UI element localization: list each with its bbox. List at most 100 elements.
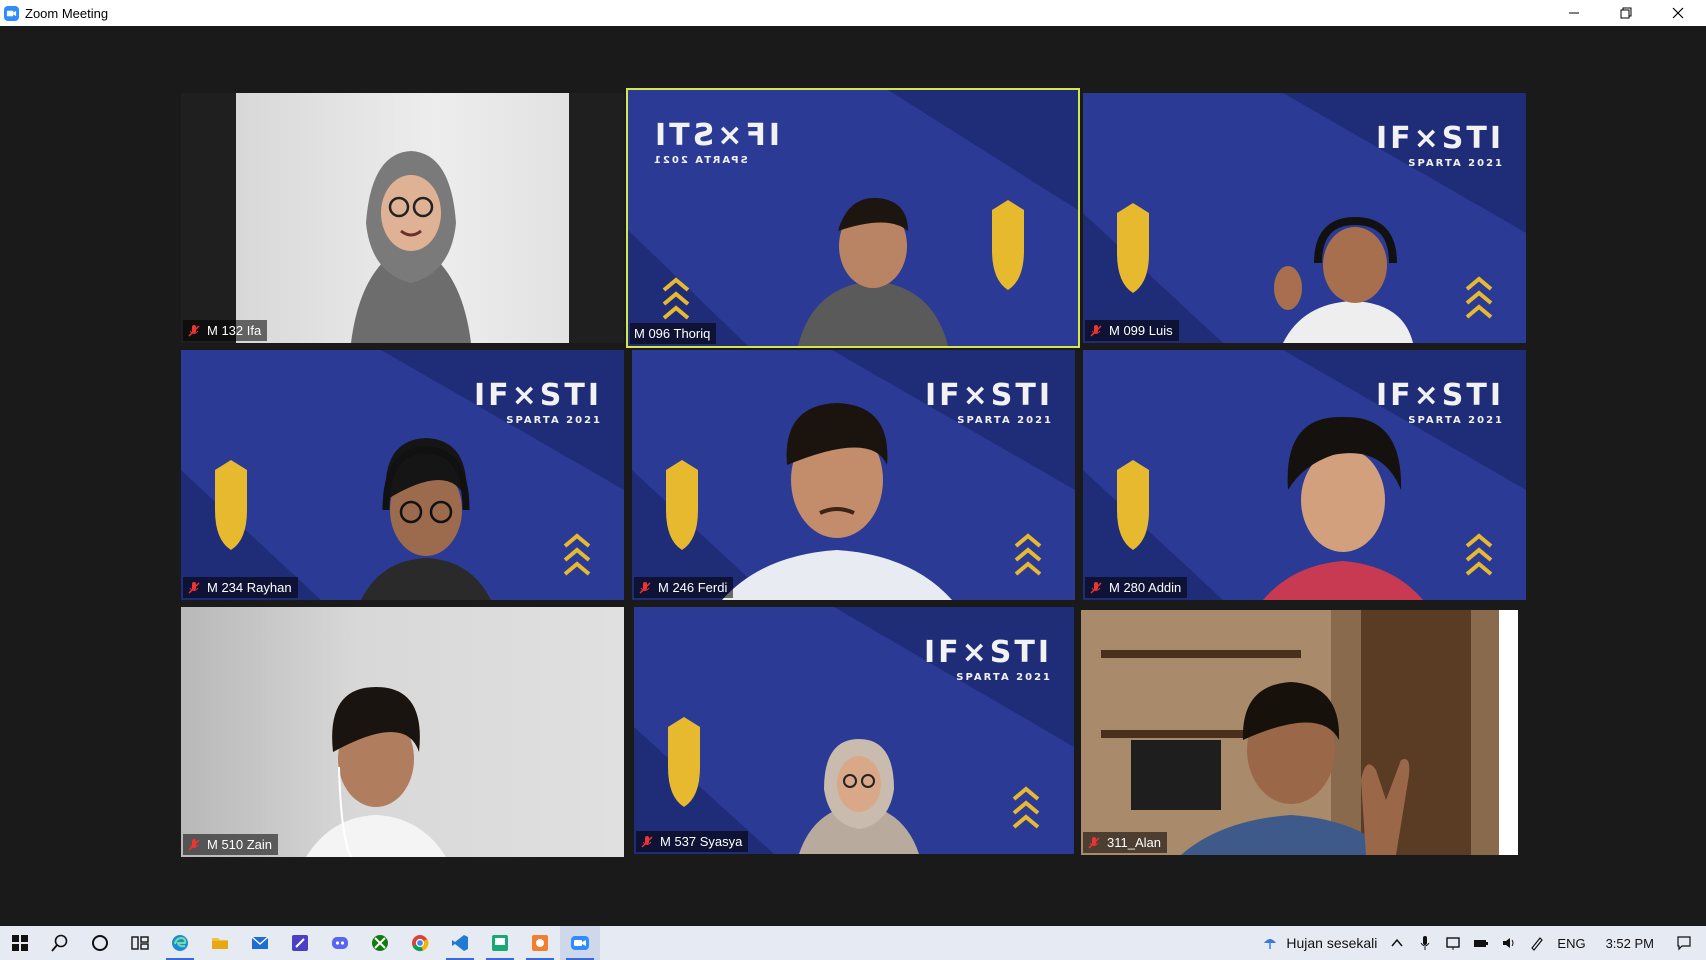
video-tile[interactable]: IF×STI SPARTA 2021 M 280 Addin: [1083, 350, 1526, 600]
muted-mic-icon: [188, 581, 200, 594]
participant-name-tag: 311_Alan: [1083, 832, 1167, 853]
participant-video: [798, 197, 948, 346]
action-center-button[interactable]: [1668, 926, 1706, 960]
minimize-button[interactable]: [1548, 0, 1600, 26]
participant-name: M 537 Syasya: [660, 834, 743, 849]
participant-name: M 132 Ifa: [207, 323, 262, 338]
muted-mic-icon: [1090, 324, 1102, 337]
participant-name-tag: M 510 Zain: [183, 834, 279, 855]
taskbar-zoom[interactable]: [560, 926, 600, 960]
weather-widget[interactable]: Hujan sesekali: [1256, 926, 1383, 960]
taskbar-green-app[interactable]: [480, 926, 520, 960]
participant-video: [799, 739, 919, 854]
zoom-app-icon: [4, 5, 19, 21]
taskbar-orange-app[interactable]: [520, 926, 560, 960]
chrome-icon: [412, 935, 429, 952]
tray-volume[interactable]: [1495, 926, 1523, 960]
cortana-button[interactable]: [80, 926, 120, 960]
participant-name: M 280 Addin: [1109, 580, 1182, 595]
task-view-button[interactable]: [120, 926, 160, 960]
tray-battery[interactable]: [1467, 926, 1495, 960]
participant-name: M 234 Rayhan: [207, 580, 292, 595]
speaker-icon: [1503, 938, 1514, 948]
task-view-icon: [131, 936, 149, 950]
event-banner: IF×STI SPARTA 2021: [652, 118, 780, 166]
edge-icon: [172, 935, 188, 951]
muted-mic-icon: [188, 324, 200, 337]
banner-event: SPARTA 2021: [956, 672, 1052, 683]
video-tile[interactable]: IF×STI SPARTA 2021 M 099 Luis: [1083, 93, 1526, 343]
taskbar-mail[interactable]: [240, 926, 280, 960]
participant-video: [1274, 216, 1413, 343]
system-tray: Hujan sesekali ENG 3:52 PM: [1256, 926, 1706, 960]
video-tile[interactable]: IF×STI SPARTA 2021 M 234 Rayhan: [181, 350, 624, 600]
participant-name: M 096 Thoriq: [634, 326, 711, 341]
banner-brand: IF×STI: [923, 635, 1052, 670]
muted-mic-icon: [1088, 836, 1100, 849]
muted-mic-icon: [1090, 581, 1102, 594]
restore-button[interactable]: [1600, 0, 1652, 26]
taskbar-xbox[interactable]: [360, 926, 400, 960]
video-tile[interactable]: IF×STI SPARTA 2021 M 537 Syasya: [634, 607, 1074, 854]
zoom-icon: [571, 936, 589, 950]
rain-umbrella-icon: [1264, 939, 1277, 949]
banner-event: SPARTA 2021: [652, 155, 748, 166]
participant-name-tag: M 280 Addin: [1085, 577, 1188, 598]
language-indicator[interactable]: ENG: [1551, 926, 1591, 960]
participant-name-tag: M 537 Syasya: [636, 831, 749, 852]
taskbar-notes[interactable]: [280, 926, 320, 960]
taskbar-file-explorer[interactable]: [200, 926, 240, 960]
banner-event: SPARTA 2021: [1408, 158, 1504, 169]
video-tile[interactable]: IF×STI SPARTA 2021 M 246 Ferdi: [632, 350, 1075, 600]
muted-mic-icon: [641, 835, 653, 848]
notification-icon: [1677, 936, 1691, 951]
participant-name-tag: M 234 Rayhan: [183, 577, 298, 598]
windows-logo-icon: [12, 935, 28, 951]
close-icon: [1672, 7, 1684, 19]
participant-video: [306, 687, 446, 857]
start-button[interactable]: [0, 926, 40, 960]
gallery-view: M 132 Ifa IF×STI SPARTA 2021 M 096 Thori…: [0, 26, 1706, 926]
participant-name: M 246 Ferdi: [658, 580, 728, 595]
banner-brand: IF×STI: [473, 378, 602, 413]
tray-microphone[interactable]: [1411, 926, 1439, 960]
pen-icon: [1531, 937, 1544, 951]
taskbar-vscode[interactable]: [440, 926, 480, 960]
participant-name: M 099 Luis: [1109, 323, 1173, 338]
show-hidden-icons-button[interactable]: [1383, 926, 1411, 960]
event-banner: IF×STI SPARTA 2021: [474, 378, 602, 426]
muted-mic-icon: [639, 581, 651, 594]
banner-brand: IF×STI: [652, 118, 781, 153]
taskbar-edge[interactable]: [160, 926, 200, 960]
participant-name-tag: M 132 Ifa: [183, 320, 268, 341]
microphone-icon: [1420, 936, 1430, 950]
discord-icon: [332, 937, 348, 949]
mail-icon: [251, 936, 269, 949]
video-tile[interactable]: 311_Alan: [1081, 610, 1518, 855]
participant-name-tag: M 096 Thoriq: [630, 323, 717, 344]
taskbar-chrome[interactable]: [400, 926, 440, 960]
tray-pen[interactable]: [1523, 926, 1551, 960]
video-tile[interactable]: M 132 Ifa: [181, 93, 624, 343]
battery-icon: [1474, 940, 1489, 947]
participant-name: 311_Alan: [1107, 835, 1161, 850]
clock-time: 3:52 PM: [1605, 935, 1654, 951]
xbox-icon: [372, 935, 388, 951]
clock[interactable]: 3:52 PM: [1592, 926, 1668, 960]
event-banner: IF×STI SPARTA 2021: [1376, 121, 1504, 169]
participant-video: [351, 151, 471, 343]
network-icon: [1446, 937, 1461, 950]
restore-icon: [1620, 7, 1632, 19]
participant-video: [361, 438, 491, 600]
close-button[interactable]: [1652, 0, 1704, 26]
muted-mic-icon: [188, 838, 200, 851]
banner-brand: IF×STI: [1375, 121, 1504, 156]
window-title: Zoom Meeting: [25, 5, 109, 21]
video-tile-active-speaker[interactable]: IF×STI SPARTA 2021 M 096 Thoriq: [626, 88, 1080, 348]
participant-name-tag: M 246 Ferdi: [634, 577, 734, 598]
video-tile[interactable]: M 510 Zain: [181, 607, 624, 857]
green-app-icon: [492, 935, 508, 951]
search-button[interactable]: [40, 926, 80, 960]
tray-network[interactable]: [1439, 926, 1467, 960]
taskbar-discord[interactable]: [320, 926, 360, 960]
